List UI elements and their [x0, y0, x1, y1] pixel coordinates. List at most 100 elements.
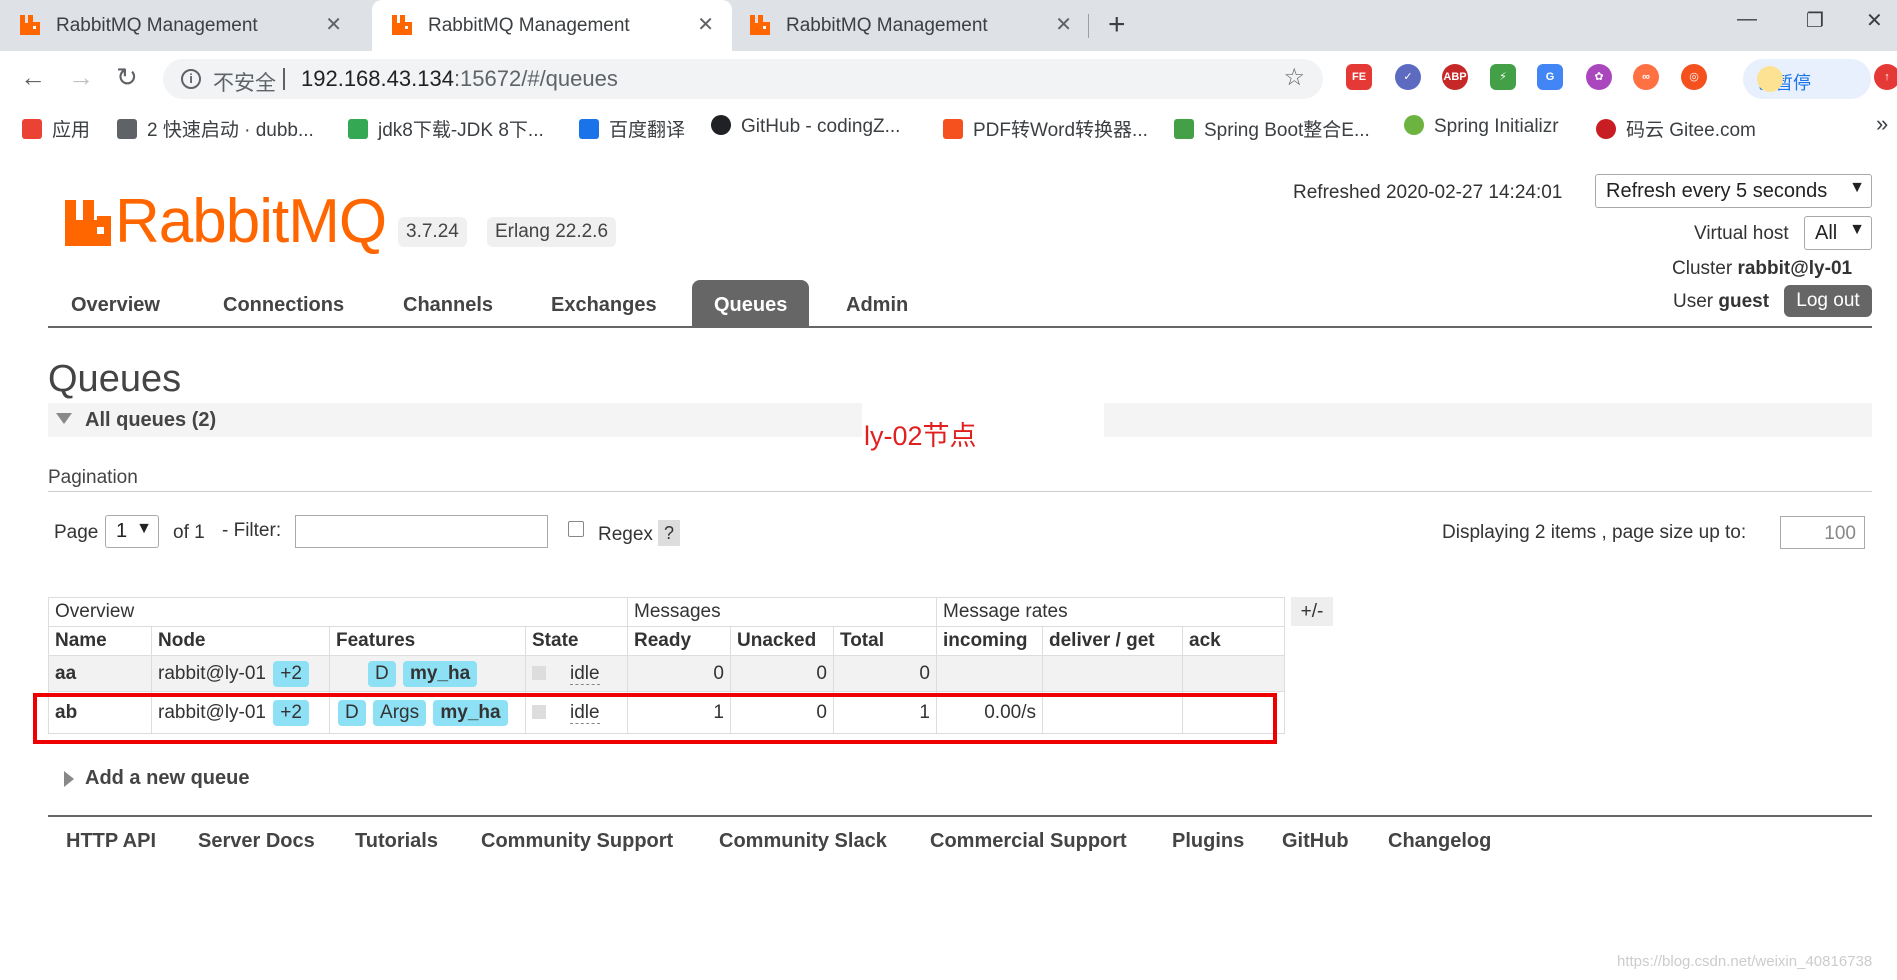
footer-link-commercial-support[interactable]: Commercial Support [930, 830, 1127, 853]
footer-link-server-docs[interactable]: Server Docs [198, 830, 315, 853]
close-icon[interactable]: ✕ [697, 12, 714, 37]
bookmark-star-icon[interactable]: ☆ [1283, 63, 1305, 92]
minimize-icon[interactable]: — [1737, 8, 1757, 31]
bookmark-label: GitHub - codingZ... [741, 116, 901, 137]
footer-link-plugins[interactable]: Plugins [1172, 830, 1244, 853]
bookmark-item[interactable]: 百度翻译 [579, 115, 685, 142]
policy-badge[interactable]: my_ha [433, 699, 508, 726]
bookmark-item[interactable]: GitHub - codingZ... [711, 115, 900, 138]
update-icon[interactable]: ↑ [1874, 64, 1897, 90]
footer-link-community-support[interactable]: Community Support [481, 830, 673, 853]
col-deliver-get[interactable]: deliver / get [1042, 626, 1183, 656]
bookmark-item[interactable]: 2 快速启动 · dubb... [117, 115, 314, 142]
tab-connections[interactable]: Connections [223, 294, 344, 317]
deliver-get-cell [1042, 655, 1183, 692]
bookmark-label: Spring Initializr [1434, 116, 1559, 137]
table-row[interactable]: aa rabbit@ly-01 +2 D my_ha idle 0 0 0 [48, 655, 1285, 692]
page-size-input[interactable]: 100 [1780, 516, 1865, 549]
node-cell: rabbit@ly-01 +2 [151, 655, 330, 692]
bookmark-apps[interactable]: 应用 [22, 115, 90, 142]
address-bar[interactable]: i 不安全 192.168.43.134:15672/#/queues ☆ [163, 59, 1323, 99]
extension-abp-icon[interactable]: ABP [1442, 64, 1468, 90]
total-cell: 0 [833, 655, 937, 692]
policy-badge[interactable]: my_ha [403, 660, 478, 687]
close-window-icon[interactable]: ✕ [1866, 8, 1883, 33]
extension-translate-icon[interactable]: G [1537, 64, 1563, 90]
more-bookmarks-chevron-icon[interactable]: » [1876, 111, 1888, 137]
footer-link-community-slack[interactable]: Community Slack [719, 830, 887, 853]
footer-link-tutorials[interactable]: Tutorials [355, 830, 438, 853]
col-total[interactable]: Total [833, 626, 937, 656]
col-features[interactable]: Features [329, 626, 526, 656]
col-node[interactable]: Node [151, 626, 330, 656]
regex-help-button[interactable]: ? [658, 520, 680, 546]
col-ready[interactable]: Ready [627, 626, 731, 656]
table-row[interactable]: ab rabbit@ly-01 +2 D Args my_ha idle 1 0… [48, 691, 1285, 734]
col-incoming[interactable]: incoming [936, 626, 1043, 656]
extension-photos-icon[interactable]: ✿ [1586, 64, 1612, 90]
col-state[interactable]: State [525, 626, 628, 656]
footer-link-http-api[interactable]: HTTP API [66, 830, 156, 853]
reload-icon[interactable]: ↻ [116, 62, 138, 93]
cluster-label: Cluster [1672, 258, 1733, 279]
queue-name-cell[interactable]: aa [48, 655, 152, 692]
tab-admin[interactable]: Admin [846, 294, 908, 317]
queue-name-cell[interactable]: ab [48, 691, 152, 734]
browser-tab[interactable]: RabbitMQ Management ✕ [730, 0, 1090, 51]
close-icon[interactable]: ✕ [1055, 12, 1072, 37]
pdf-icon [943, 119, 963, 139]
bookmark-item[interactable]: PDF转Word转换器... [943, 115, 1148, 142]
vhost-label: Virtual host [1694, 223, 1789, 244]
url-path: :15672/#/queues [453, 66, 618, 91]
bookmark-item[interactable]: 码云 Gitee.com [1596, 115, 1756, 142]
extension-infinity-icon[interactable]: ∞ [1633, 64, 1659, 90]
col-unacked[interactable]: Unacked [730, 626, 834, 656]
tab-strip: RabbitMQ Management ✕ RabbitMQ Managemen… [0, 0, 1897, 51]
rabbitmq-logo-icon [65, 200, 111, 246]
new-tab-plus-icon[interactable]: + [1108, 8, 1126, 42]
tab-overview[interactable]: Overview [71, 294, 160, 317]
tab-channels[interactable]: Channels [403, 294, 493, 317]
queue-name-link[interactable]: aa [55, 663, 76, 684]
tab-queues[interactable]: Queues [692, 280, 810, 326]
bookmark-item[interactable]: Spring Boot整合E... [1174, 115, 1370, 142]
tab-exchanges[interactable]: Exchanges [551, 294, 657, 317]
dropdown-arrow-icon: ▼ [136, 520, 152, 537]
col-name[interactable]: Name [48, 626, 152, 656]
browser-tab-active[interactable]: RabbitMQ Management ✕ [372, 0, 732, 51]
extension-fe-icon[interactable]: FE [1346, 64, 1372, 90]
extension-check-icon[interactable]: ✓ [1395, 64, 1421, 90]
col-ack[interactable]: ack [1182, 626, 1285, 656]
back-arrow-icon[interactable]: ← [20, 62, 46, 93]
state-indicator [532, 705, 546, 720]
avatar [1757, 66, 1783, 92]
vhost-select[interactable]: All ▼ [1804, 216, 1872, 250]
forward-arrow-icon[interactable]: → [68, 62, 94, 93]
tab-title: RabbitMQ Management [786, 15, 988, 36]
bookmark-label: PDF转Word转换器... [973, 120, 1148, 141]
footer-link-changelog[interactable]: Changelog [1388, 830, 1491, 853]
close-icon[interactable]: ✕ [325, 12, 342, 37]
dropdown-arrow-icon: ▼ [1849, 221, 1865, 238]
browser-tab[interactable]: RabbitMQ Management ✕ [0, 0, 360, 51]
group-messages: Messages [627, 597, 937, 627]
info-icon[interactable]: i [181, 69, 201, 89]
displaying-items-label: Displaying 2 items , page size up to: [1442, 522, 1747, 543]
profile-paused-button[interactable]: 已暂停 [1743, 59, 1871, 99]
footer-link-github[interactable]: GitHub [1282, 830, 1349, 853]
expand-triangle-icon [64, 771, 74, 787]
dropdown-arrow-icon: ▼ [1849, 179, 1865, 196]
column-toggle-button[interactable]: +/- [1291, 597, 1333, 626]
restore-icon[interactable]: ❐ [1806, 8, 1824, 33]
extension-colorful-icon[interactable]: ⚡ [1490, 64, 1516, 90]
bookmark-item[interactable]: jdk8下载-JDK 8下... [348, 115, 544, 142]
refresh-interval-select[interactable]: Refresh every 5 seconds ▼ [1595, 174, 1872, 208]
durable-badge: D [338, 699, 366, 726]
queue-name-link[interactable]: ab [55, 702, 77, 723]
regex-checkbox[interactable] [568, 521, 584, 537]
filter-input[interactable] [295, 515, 548, 548]
bookmark-item[interactable]: Spring Initializr [1404, 115, 1559, 138]
extension-ring-icon[interactable]: ◎ [1681, 64, 1707, 90]
page-select[interactable]: 1 ▼ [105, 515, 159, 548]
state-cell: idle [525, 655, 628, 692]
